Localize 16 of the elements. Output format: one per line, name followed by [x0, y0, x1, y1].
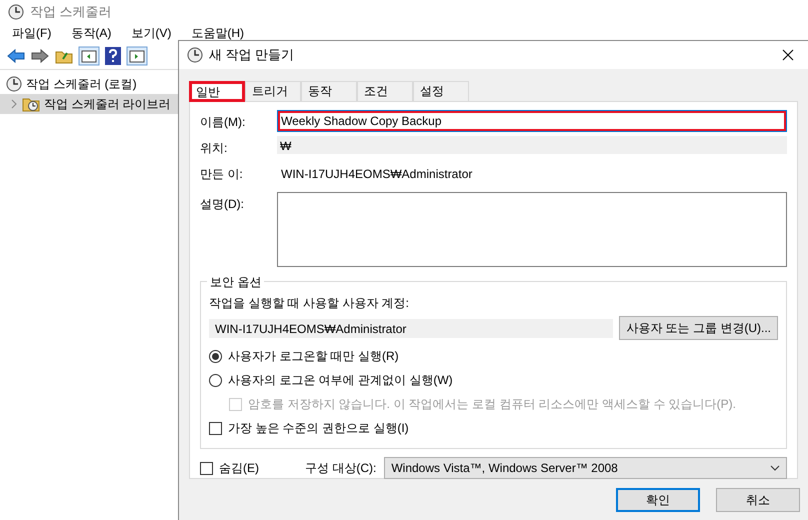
field-label: 만든 이: — [200, 166, 244, 183]
option-label: 사용자가 로그온할 때만 실행(R) — [228, 348, 399, 365]
option-label: 가장 높은 수준의 권한으로 실행(I) — [228, 420, 409, 437]
option-label: 암호를 저장하지 않습니다. 이 작업에서는 로컬 컴퓨터 리소스에만 액세스할 수 있습니다(P). — [248, 396, 736, 413]
window-title: 작업 스케줄러 — [30, 3, 112, 22]
option-label: 사용자의 로그온 여부에 관계없이 실행(W) — [228, 372, 453, 389]
configure-label: 구성 대상(C): — [305, 460, 376, 477]
field-label: 위치: — [200, 140, 228, 157]
account-label: 작업을 실행할 때 사용할 사용자 계정: — [209, 295, 410, 312]
field-label: 설명(D): — [200, 196, 245, 213]
dialog-title: 새 작업 만들기 — [209, 46, 294, 64]
account-field: WIN-I17UJH4EOMS₩Administrator — [209, 318, 614, 338]
author-text: WIN-I17UJH4EOMS₩Administrator — [280, 166, 474, 183]
field-label: 이름(M): — [200, 114, 246, 131]
checkbox-label: 숨김(E) — [219, 460, 260, 477]
location-field: ₩ — [277, 136, 787, 154]
